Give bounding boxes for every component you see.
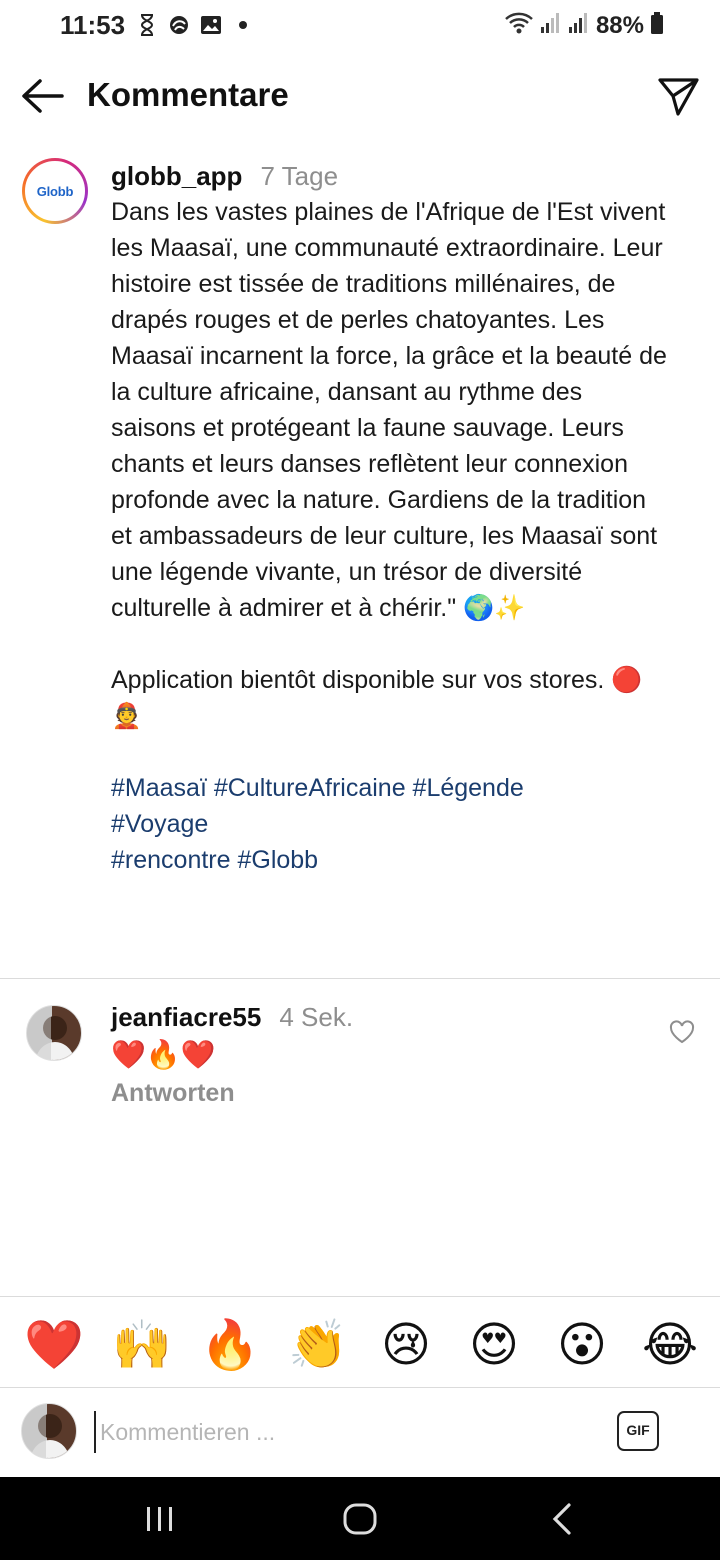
comment-time: 4 Sek. [279, 1002, 354, 1032]
hourglass-icon [136, 12, 158, 38]
recent-apps-icon [147, 1507, 172, 1531]
status-time: 11:53 [60, 10, 126, 40]
recent-apps-button[interactable] [130, 1497, 190, 1541]
globb-avatar[interactable]: Globb [22, 158, 88, 224]
paper-plane-icon [658, 78, 699, 116]
system-icons: 88% [504, 11, 664, 40]
emoji-raised-hands[interactable]: 🙌 [112, 1315, 172, 1375]
own-avatar [21, 1403, 77, 1459]
navigation-bar [0, 1477, 720, 1560]
status-bar: 11:53 88% [0, 0, 720, 52]
swirl-icon [168, 12, 190, 38]
battery-icon [650, 11, 664, 40]
comment-input-bar: GIF [0, 1389, 720, 1477]
emoji-surprised[interactable]: 😮 [552, 1315, 612, 1375]
signal-icon-2 [568, 11, 590, 40]
emoji-heart-eyes[interactable]: 😍 [464, 1315, 524, 1375]
page-title: Kommentare [87, 76, 289, 113]
share-button[interactable] [654, 74, 702, 118]
hashtag-line-3[interactable]: #rencontre #Globb [111, 846, 318, 874]
signal-icon-1 [540, 11, 562, 40]
home-icon [343, 1503, 377, 1535]
reply-button[interactable]: Antworten [111, 1079, 235, 1108]
emoji-crying[interactable]: 😢 [376, 1315, 436, 1375]
comment-item: jeanfiacre55 4 Sek. ❤️🔥❤️ Antworten [0, 995, 720, 1125]
gallery-icon [200, 12, 222, 38]
caption-hashtags: #Maasaï #CultureAfricaine #Légende #Voya… [111, 770, 671, 878]
caption-time: 7 Tage [260, 161, 339, 191]
hashtag-line-2[interactable]: #Voyage [111, 810, 208, 838]
emoji-heart[interactable]: ❤️ [24, 1315, 84, 1375]
nav-back-button[interactable] [532, 1497, 592, 1541]
comment-input[interactable] [94, 1411, 574, 1453]
battery-percent: 88% [595, 11, 644, 39]
arrow-left-icon [22, 79, 64, 113]
caption-username[interactable]: globb_app [111, 161, 242, 191]
dot-icon [232, 12, 254, 38]
comment-username[interactable]: jeanfiacre55 [111, 1002, 261, 1032]
home-button[interactable] [330, 1497, 390, 1541]
emoji-quick-bar: ❤️ 🙌 🔥 👏 😢 😍 😮 😂 [0, 1296, 720, 1388]
emoji-joy[interactable]: 😂 [640, 1315, 700, 1375]
emoji-fire[interactable]: 🔥 [200, 1315, 260, 1375]
header: Kommentare [0, 60, 720, 132]
comment-text: ❤️🔥❤️ [111, 1039, 216, 1070]
commenter-avatar[interactable] [26, 1005, 82, 1061]
notification-icons [136, 12, 254, 38]
like-button[interactable] [668, 1019, 696, 1045]
wifi-icon [504, 11, 534, 40]
caption-text: Dans les vastes plaines de l'Afrique de … [111, 198, 667, 730]
emoji-clap[interactable]: 👏 [288, 1315, 348, 1375]
gif-button[interactable]: GIF [617, 1411, 659, 1451]
back-button[interactable] [18, 74, 66, 118]
hashtag-line-1[interactable]: #Maasaï #CultureAfricaine #Légende [111, 774, 524, 802]
chevron-left-icon [552, 1503, 571, 1535]
divider [0, 978, 720, 979]
heart-icon [669, 1020, 695, 1044]
globb-logo: Globb [36, 183, 74, 199]
